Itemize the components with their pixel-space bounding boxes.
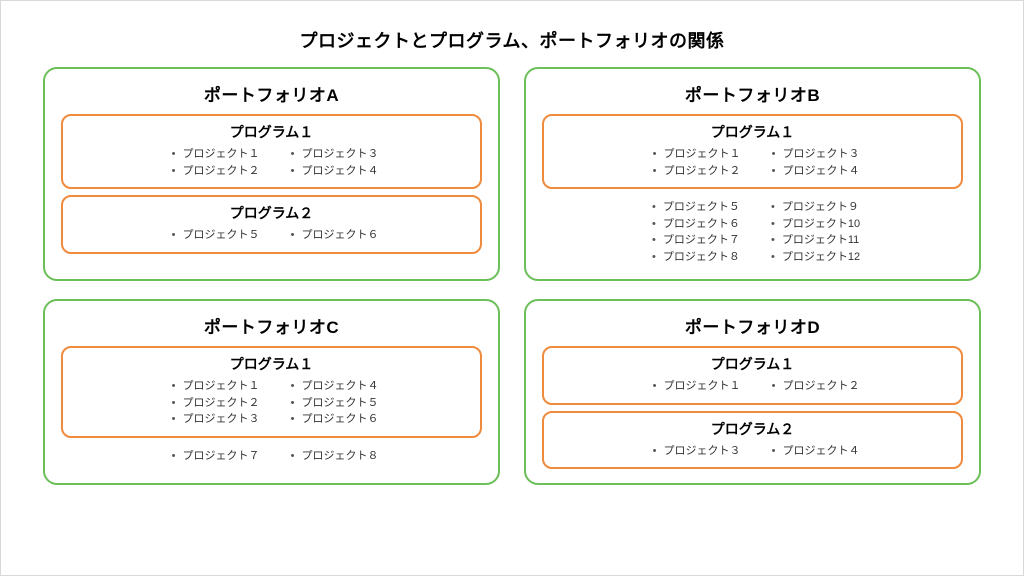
program-projects: プロジェクト３ プロジェクト４ (554, 443, 951, 460)
portfolio-title: ポートフォリオA (61, 79, 482, 114)
project-column: プロジェクト５ (165, 227, 260, 244)
portfolio-loose-projects: プロジェクト５プロジェクト６プロジェクト７プロジェクト８プロジェクト９プロジェク… (542, 195, 963, 265)
project-item: プロジェクト７ (165, 448, 260, 465)
program-projects: プロジェクト１プロジェクト２ プロジェクト３プロジェクト４ (73, 146, 470, 179)
project-column: プロジェクト１プロジェクト２ (165, 146, 260, 179)
portfolio-title: ポートフォリオB (542, 79, 963, 114)
program-box: プログラム２プロジェクト５ プロジェクト６ (61, 195, 482, 254)
portfolio-grid: ポートフォリオAプログラム１プロジェクト１プロジェクト２プロジェクト３プロジェク… (43, 67, 981, 485)
program-box: プログラム１プロジェクト１プロジェクト２ プロジェクト３プロジェクト４ (61, 114, 482, 189)
project-item: プロジェクト５ (645, 199, 740, 216)
portfolio-box: ポートフォリオBプログラム１プロジェクト１プロジェクト２プロジェクト３プロジェク… (524, 67, 981, 281)
project-item: プロジェクト２ (765, 378, 860, 395)
project-column: プロジェクト１プロジェクト２ (646, 146, 741, 179)
project-column: プロジェクト３ (646, 443, 741, 460)
project-item: プロジェクト７ (645, 232, 740, 249)
portfolio-loose-projects: プロジェクト７ プロジェクト８ (61, 444, 482, 465)
program-box: プログラム１プロジェクト１プロジェクト２ プロジェクト３プロジェクト４ (542, 114, 963, 189)
project-item: プロジェクト１ (165, 146, 260, 163)
project-item: プロジェクト12 (764, 249, 860, 266)
project-item: プロジェクト４ (284, 378, 379, 395)
program-title: プログラム２ (73, 201, 470, 227)
project-column: プロジェクト９プロジェクト10プロジェクト11プロジェクト12 (764, 199, 860, 265)
project-item: プロジェクト１ (646, 378, 741, 395)
project-column: プロジェクト１プロジェクト２プロジェクト３ (165, 378, 260, 428)
project-column: プロジェクト７ (165, 448, 260, 465)
program-projects: プロジェクト１プロジェクト２プロジェクト３プロジェクト４プロジェクト５プロジェク… (73, 378, 470, 428)
project-column: プロジェクト１ (646, 378, 741, 395)
project-column: プロジェクト２ (765, 378, 860, 395)
project-column: プロジェクト４ (765, 443, 860, 460)
project-item: プロジェクト１ (646, 146, 741, 163)
project-item: プロジェクト８ (645, 249, 740, 266)
program-projects: プロジェクト１プロジェクト２ プロジェクト３プロジェクト４ (554, 146, 951, 179)
project-item: プロジェクト２ (646, 163, 741, 180)
project-column: プロジェクト５プロジェクト６プロジェクト７プロジェクト８ (645, 199, 740, 265)
project-item: プロジェクト２ (165, 395, 260, 412)
portfolio-title: ポートフォリオD (542, 311, 963, 346)
program-title: プログラム２ (554, 417, 951, 443)
project-item: プロジェクト３ (165, 411, 260, 428)
project-item: プロジェクト１ (165, 378, 260, 395)
project-column: プロジェクト４プロジェクト５プロジェクト６ (284, 378, 379, 428)
project-item: プロジェクト11 (764, 232, 860, 249)
project-column: プロジェクト３プロジェクト４ (765, 146, 860, 179)
portfolio-box: ポートフォリオAプログラム１プロジェクト１プロジェクト２プロジェクト３プロジェク… (43, 67, 500, 281)
portfolio-title: ポートフォリオC (61, 311, 482, 346)
diagram-frame: プロジェクトとプログラム、ポートフォリオの関係 ポートフォリオAプログラム１プロ… (0, 0, 1024, 576)
project-item: プロジェクト９ (764, 199, 860, 216)
project-item: プロジェクト３ (646, 443, 741, 460)
program-projects: プロジェクト１ プロジェクト２ (554, 378, 951, 395)
program-box: プログラム１プロジェクト１ プロジェクト２ (542, 346, 963, 405)
project-item: プロジェクト８ (284, 448, 379, 465)
program-title: プログラム１ (554, 352, 951, 378)
project-item: プロジェクト５ (165, 227, 260, 244)
project-column: プロジェクト３プロジェクト４ (284, 146, 379, 179)
project-column: プロジェクト８ (284, 448, 379, 465)
program-projects: プロジェクト５ プロジェクト６ (73, 227, 470, 244)
project-item: プロジェクト４ (765, 163, 860, 180)
program-title: プログラム１ (73, 120, 470, 146)
program-title: プログラム１ (554, 120, 951, 146)
project-item: プロジェクト６ (645, 216, 740, 233)
program-title: プログラム１ (73, 352, 470, 378)
project-item: プロジェクト４ (765, 443, 860, 460)
portfolio-box: ポートフォリオDプログラム１プロジェクト１プロジェクト２プログラム２プロジェクト… (524, 299, 981, 485)
project-column: プロジェクト６ (284, 227, 379, 244)
project-item: プロジェクト５ (284, 395, 379, 412)
program-box: プログラム２プロジェクト３ プロジェクト４ (542, 411, 963, 470)
project-item: プロジェクト６ (284, 411, 379, 428)
page-title: プロジェクトとプログラム、ポートフォリオの関係 (43, 23, 981, 67)
portfolio-box: ポートフォリオCプログラム１プロジェクト１プロジェクト２プロジェクト３プロジェク… (43, 299, 500, 485)
project-item: プロジェクト10 (764, 216, 860, 233)
project-item: プロジェクト３ (284, 146, 379, 163)
project-item: プロジェクト２ (165, 163, 260, 180)
project-item: プロジェクト６ (284, 227, 379, 244)
project-item: プロジェクト３ (765, 146, 860, 163)
project-item: プロジェクト４ (284, 163, 379, 180)
program-box: プログラム１プロジェクト１プロジェクト２プロジェクト３プロジェクト４プロジェクト… (61, 346, 482, 438)
